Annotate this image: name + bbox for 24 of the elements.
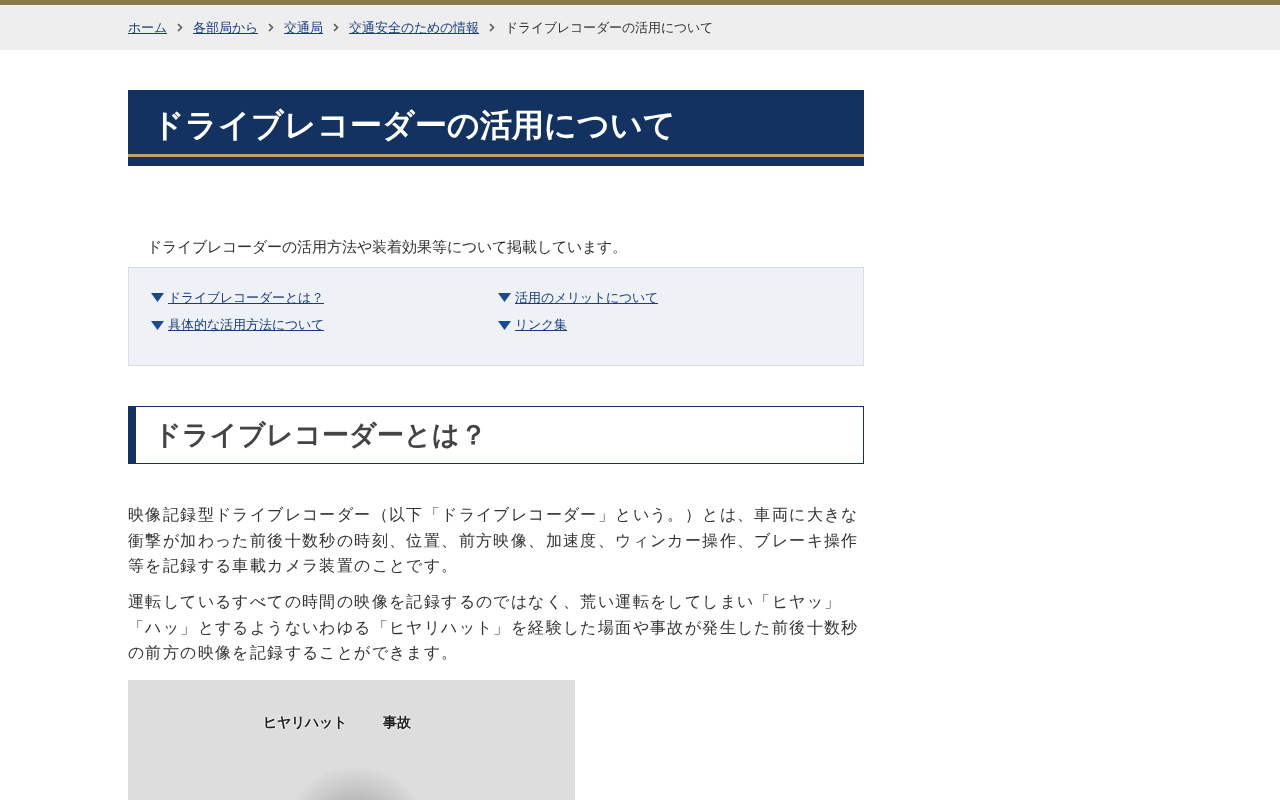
illustration-label: 事故 [383,712,411,732]
triangle-down-icon [151,293,164,303]
chevron-icon [177,23,183,32]
chevron-icon [333,23,339,32]
breadcrumb-link[interactable]: 交通局 [284,17,323,38]
illustration-label: ヒヤリハット [263,712,347,732]
body-paragraph: 運転しているすべての時間の映像を記録するのではなく、荒い運転をしてしまい「ヒヤッ」「ハッ」とするようないわゆる「ヒヤリハット」を経験した場面や事故が発生した前後十数秒の前方の映像を記録することができます。 [128,591,860,665]
page-title: ドライブレコーダーの活用について [128,90,864,167]
toc-link[interactable]: リンク集 [515,315,567,335]
breadcrumb-current: ドライブレコーダーの活用について [505,18,713,37]
breadcrumb-link[interactable]: 各部局から [193,17,258,38]
breadcrumb-link[interactable]: 交通安全のための情報 [349,17,479,38]
triangle-down-icon [151,320,164,330]
body-paragraph: 映像記録型ドライブレコーダー（以下「ドライブレコーダー」という。）とは、車両に大きな衝撃が加わった前後十数秒の時刻、位置、前方映像、加速度、ウィンカー操作、ブレーキ操作等を記録する車載カメラ装置のことです。 [128,504,860,578]
toc-link[interactable]: 具体的な活用方法について [168,315,324,335]
toc-link[interactable]: ドライブレコーダーとは？ [168,287,324,308]
triangle-down-icon [498,320,511,330]
chevron-icon [489,23,495,32]
intro-text: ドライブレコーダーの活用方法や装着効果等について掲載しています。 [147,237,628,259]
triangle-down-icon [498,293,511,303]
section-heading: ドライブレコーダーとは？ [128,405,864,465]
toc-link[interactable]: 活用のメリットについて [515,287,658,308]
breadcrumb-link[interactable]: ホーム [128,17,167,38]
chevron-icon [268,23,274,32]
